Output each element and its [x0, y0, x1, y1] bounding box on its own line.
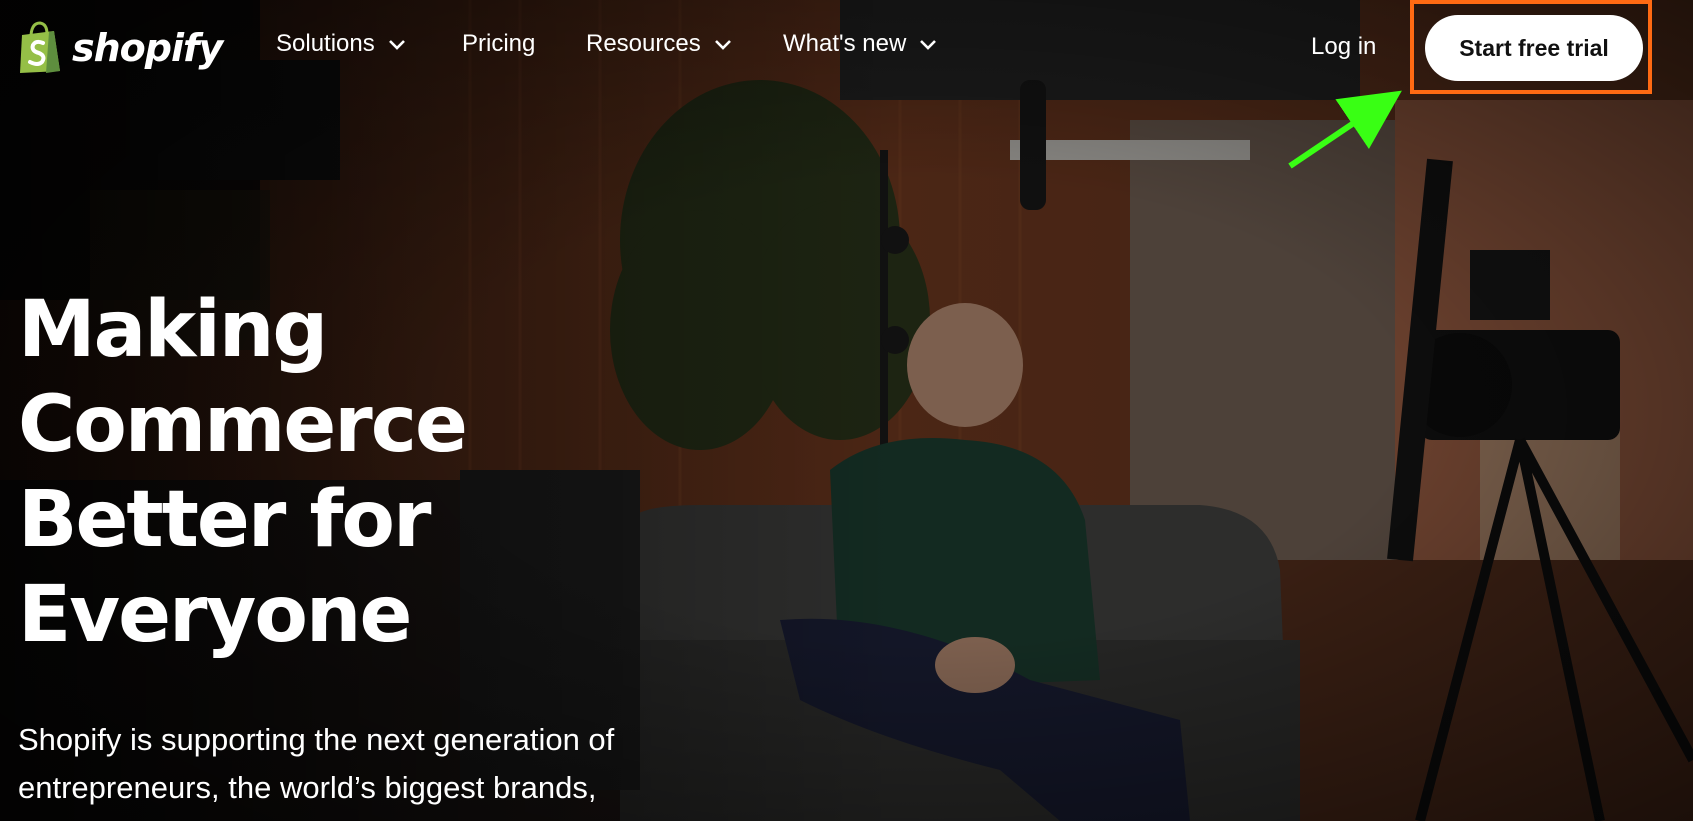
nav-item-label: Pricing: [462, 30, 536, 57]
start-free-trial-button[interactable]: Start free trial: [1425, 15, 1643, 81]
hero-title-line: Commerce: [18, 380, 468, 470]
hero-title-line: Better for: [18, 475, 431, 565]
nav-item-label: Solutions: [276, 30, 375, 57]
nav-item-solutions[interactable]: Solutions: [276, 30, 407, 58]
hero-subtitle-line: entrepreneurs, the world’s biggest brand…: [18, 770, 597, 805]
hero-title: Making Commerce Better for Everyone: [18, 283, 468, 663]
chevron-down-icon: [388, 40, 405, 50]
hero-subtitle-line: Shopify is supporting the next generatio…: [18, 722, 615, 757]
nav-item-label: Resources: [586, 30, 701, 57]
hero-subtitle: Shopify is supporting the next generatio…: [18, 716, 718, 812]
shopify-logo[interactable]: shopify: [16, 20, 223, 76]
nav-item-pricing[interactable]: Pricing: [462, 30, 535, 58]
login-link[interactable]: Log in: [1311, 33, 1376, 61]
chevron-down-icon: [920, 40, 937, 50]
brand-name: shopify: [72, 26, 223, 70]
nav-item-label: What's new: [783, 30, 907, 57]
nav-item-resources[interactable]: Resources: [586, 30, 733, 58]
hero-title-line: Making: [18, 285, 328, 375]
hero-title-line: Everyone: [18, 570, 412, 660]
shopify-bag-icon: [20, 21, 60, 73]
top-navigation: shopify Solutions Pricing Resources What…: [0, 0, 1693, 98]
nav-item-whats-new[interactable]: What's new: [783, 30, 938, 58]
chevron-down-icon: [714, 40, 731, 50]
